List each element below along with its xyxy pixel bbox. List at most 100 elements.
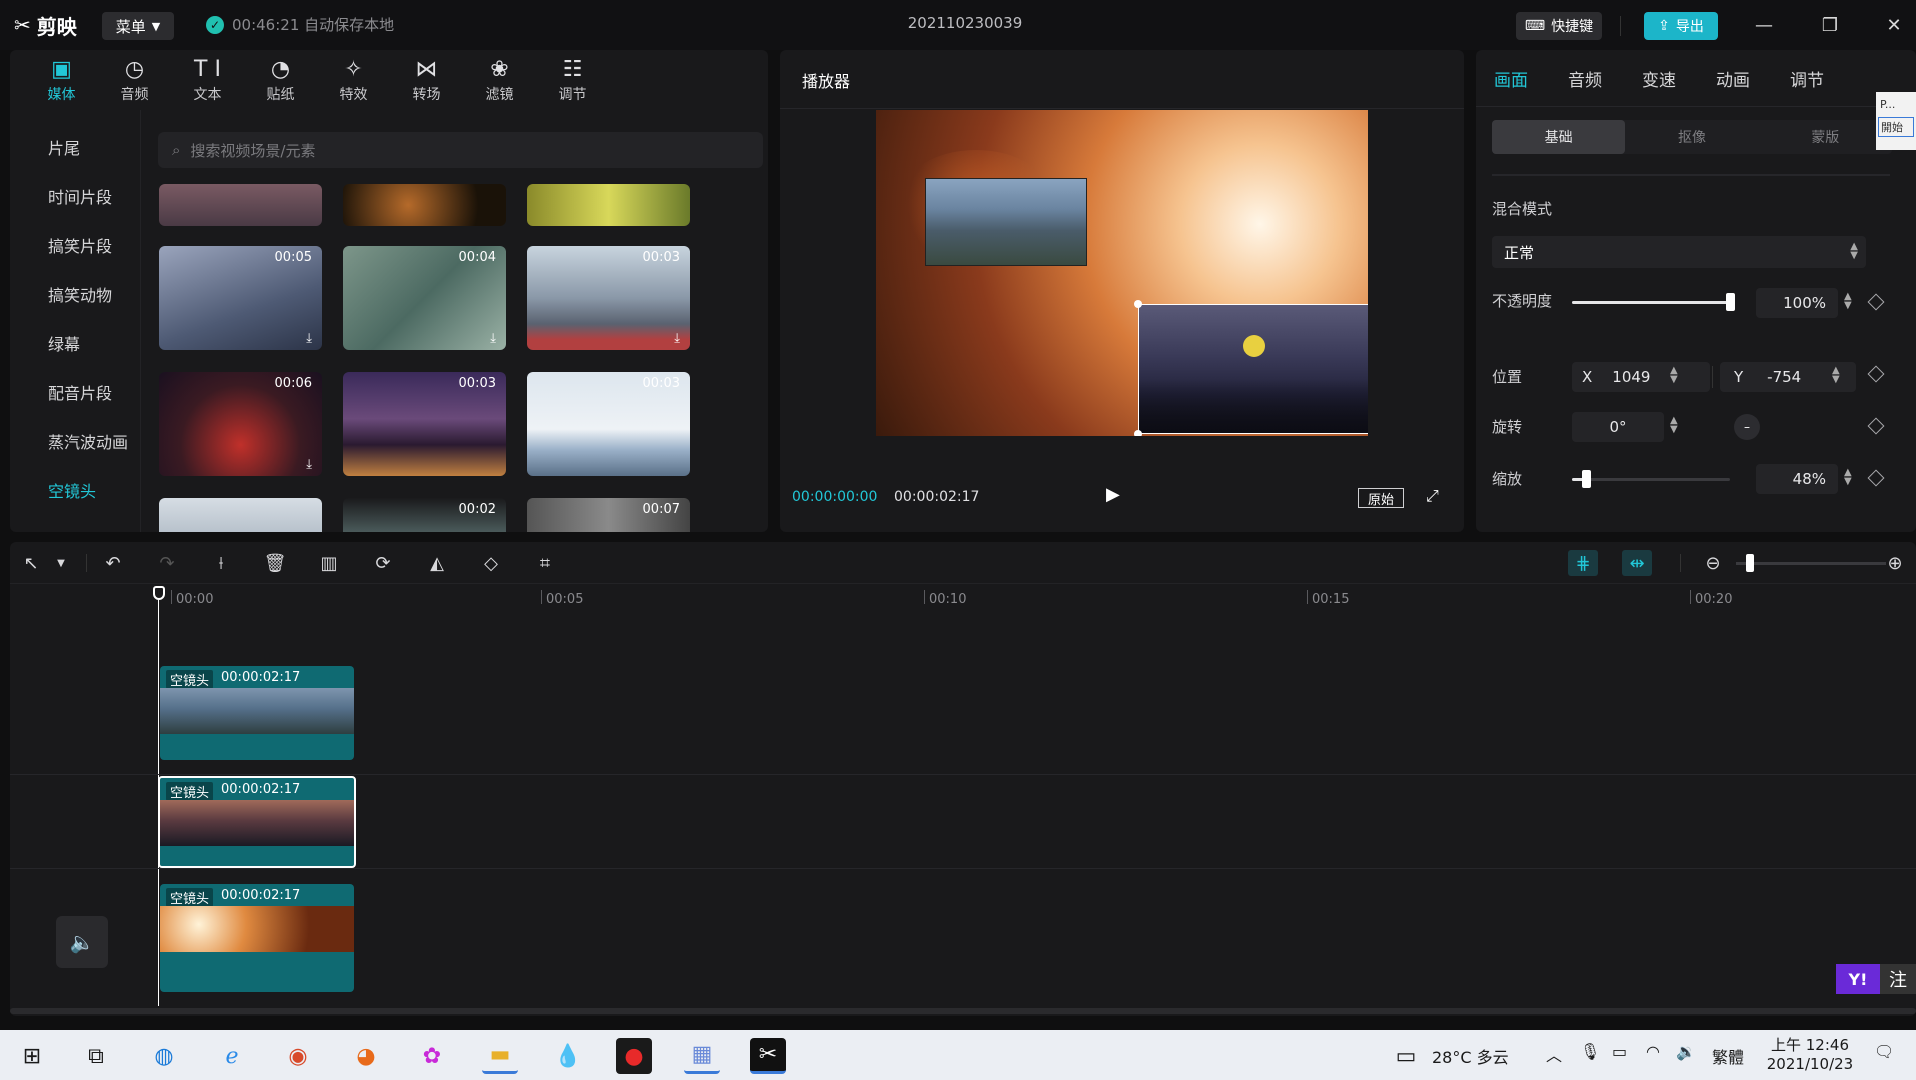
mirror-button[interactable]: ◭ (424, 550, 450, 576)
category-item-dubbing[interactable]: 配音片段 (10, 367, 140, 416)
ie-icon[interactable]: ℯ (214, 1038, 250, 1074)
resize-handle[interactable] (1134, 430, 1142, 436)
maximize-button[interactable]: ❐ (1810, 10, 1850, 40)
rotate-input[interactable]: 0° (1572, 412, 1664, 442)
tray-chevron-up-icon[interactable]: ︿ (1546, 1042, 1562, 1066)
media-thumbnail[interactable]: 00:03 (343, 372, 506, 476)
menu-button[interactable]: 菜单 ▼ (102, 12, 174, 40)
tab-picture[interactable]: 画面 (1494, 66, 1528, 91)
tab-text[interactable]: T I 文本 (182, 50, 233, 110)
droplet-app-icon[interactable]: 💧 (550, 1038, 586, 1074)
media-thumbnail[interactable]: 00:04 ⤓ (343, 246, 506, 350)
media-thumbnail[interactable] (527, 184, 690, 226)
crop-button[interactable]: ⌗ (532, 550, 558, 576)
chrome-icon[interactable]: ◉ (280, 1038, 316, 1074)
tab-adjust[interactable]: 调节 (1790, 66, 1824, 91)
opacity-slider-track[interactable] (1572, 301, 1730, 304)
playhead-handle[interactable] (153, 586, 165, 600)
y-stepper[interactable]: ▲ ▼ (1832, 366, 1840, 385)
redo-button[interactable]: ↷ (154, 550, 180, 576)
browser-icon[interactable]: ✿ (414, 1038, 450, 1074)
category-item-green-screen[interactable]: 绿幕 (10, 318, 140, 367)
download-icon[interactable]: ⤓ (306, 457, 312, 472)
category-item-empty-shots[interactable]: 空镜头 (10, 465, 140, 514)
keyframe-icon[interactable] (1867, 293, 1885, 311)
scale-input[interactable]: 48% (1756, 464, 1838, 494)
keyframe-icon[interactable] (1867, 365, 1885, 383)
notification-icon[interactable]: 🗨 (1874, 1042, 1894, 1061)
clock[interactable]: 上午 12:46 2021/10/23 (1760, 1034, 1860, 1073)
category-item-funny-clips[interactable]: 搞笑片段 (10, 220, 140, 269)
zoom-slider-track[interactable] (1736, 562, 1886, 565)
ime-badge[interactable]: Y! 注 (1836, 964, 1916, 994)
media-thumbnail[interactable]: 00:02 (343, 498, 506, 532)
paint-app-icon[interactable]: ▦ (684, 1038, 720, 1074)
opacity-input[interactable]: 100% (1756, 288, 1838, 318)
side-popup-button[interactable]: 開始 (1878, 117, 1914, 137)
search-input[interactable]: ⌕ 搜索视频场景/元素 (158, 132, 763, 168)
category-item-vaporwave[interactable]: 蒸汽波动画 (10, 416, 140, 465)
rotate-button[interactable]: ◇ (478, 550, 504, 576)
media-thumbnail[interactable]: 00:03 (527, 372, 690, 476)
zoom-slider-handle[interactable] (1746, 554, 1754, 572)
select-tool-dropdown[interactable]: ▼ (48, 550, 74, 576)
edge-icon[interactable]: ◍ (146, 1038, 182, 1074)
tab-sticker[interactable]: ◔ 贴纸 (255, 50, 306, 110)
video-preview[interactable] (876, 110, 1368, 436)
subtab-keying[interactable]: 抠像 (1625, 120, 1758, 154)
rotate-dial-icon[interactable]: – (1734, 414, 1760, 440)
x-stepper[interactable]: ▲ ▼ (1670, 366, 1678, 385)
tab-audio[interactable]: 音频 (1568, 66, 1602, 91)
zoom-out-button[interactable]: ⊖ (1700, 550, 1726, 576)
tab-audio[interactable]: ◷ 音频 (109, 50, 160, 110)
tab-effects[interactable]: ✧ 特效 (328, 50, 379, 110)
battery-icon[interactable]: ▭ (1612, 1042, 1627, 1061)
minimize-button[interactable]: — (1744, 10, 1784, 40)
keyframe-icon[interactable] (1867, 417, 1885, 435)
side-popup[interactable]: P... 開始 (1876, 92, 1916, 150)
media-thumbnail[interactable] (343, 184, 506, 226)
weather-icon[interactable]: ▭ (1388, 1038, 1424, 1074)
category-item-funny-animals[interactable]: 搞笑动物 (10, 269, 140, 318)
wifi-icon[interactable]: ◠ (1646, 1042, 1660, 1061)
resize-handle[interactable] (1134, 300, 1142, 308)
category-item-time-clips[interactable]: 时间片段 (10, 171, 140, 220)
mute-track-button[interactable]: 🔈 (56, 916, 108, 968)
opacity-stepper[interactable]: ▲ ▼ (1844, 292, 1852, 311)
zoom-in-button[interactable]: ⊕ (1882, 550, 1908, 576)
split-button[interactable]: ⟊ (208, 550, 234, 576)
export-button[interactable]: ⇪ 导出 (1644, 12, 1718, 40)
firefox-icon[interactable]: ◕ (348, 1038, 384, 1074)
freeze-button[interactable]: ▥ (316, 550, 342, 576)
shortcut-button[interactable]: ⌨ 快捷键 (1516, 12, 1602, 40)
rotate-stepper[interactable]: ▲ ▼ (1670, 416, 1678, 435)
task-view-icon[interactable]: ⧉ (78, 1038, 114, 1074)
reverse-button[interactable]: ⟳ (370, 550, 396, 576)
volume-icon[interactable]: 🔉 (1676, 1042, 1696, 1061)
close-button[interactable]: ✕ (1874, 10, 1914, 40)
timeline-clip-selected[interactable]: 空镜头 00:00:02:17 (158, 776, 356, 868)
microphone-icon[interactable]: 🎙 (1580, 1042, 1600, 1061)
media-thumbnail[interactable] (159, 184, 322, 226)
pip-sunset-overlay-selected[interactable] (1138, 304, 1368, 434)
timeline-scrollbar[interactable] (10, 1008, 1916, 1014)
original-ratio-button[interactable]: 原始 (1358, 488, 1404, 508)
position-x-input[interactable]: X 1049 (1572, 362, 1710, 392)
tab-media[interactable]: ▣ 媒体 (36, 50, 87, 110)
media-thumbnail[interactable]: 00:06 ⤓ (159, 372, 322, 476)
scale-slider-track[interactable] (1572, 478, 1730, 481)
play-button[interactable]: ▶ (1106, 484, 1120, 505)
select-tool-button[interactable]: ↖ (18, 550, 44, 576)
blend-mode-select[interactable]: 正常 ▲ ▼ (1492, 236, 1866, 268)
scale-slider-handle[interactable] (1582, 470, 1591, 488)
media-thumbnail[interactable]: 00:03 ⤓ (527, 246, 690, 350)
weather-text[interactable]: 28°C 多云 (1432, 1044, 1509, 1068)
category-item-ending[interactable]: 片尾 (10, 122, 140, 171)
capcut-taskbar-icon[interactable]: ✂ (750, 1038, 786, 1074)
linkage-toggle[interactable]: ⇹ (1622, 550, 1652, 576)
timeline-clip[interactable]: 空镜头 00:00:02:17 (160, 884, 354, 992)
screen-recorder-icon[interactable]: ● (616, 1038, 652, 1074)
download-icon[interactable]: ⤓ (306, 331, 312, 346)
media-thumbnail[interactable] (159, 498, 322, 532)
media-thumbnail[interactable]: 00:07 (527, 498, 690, 532)
